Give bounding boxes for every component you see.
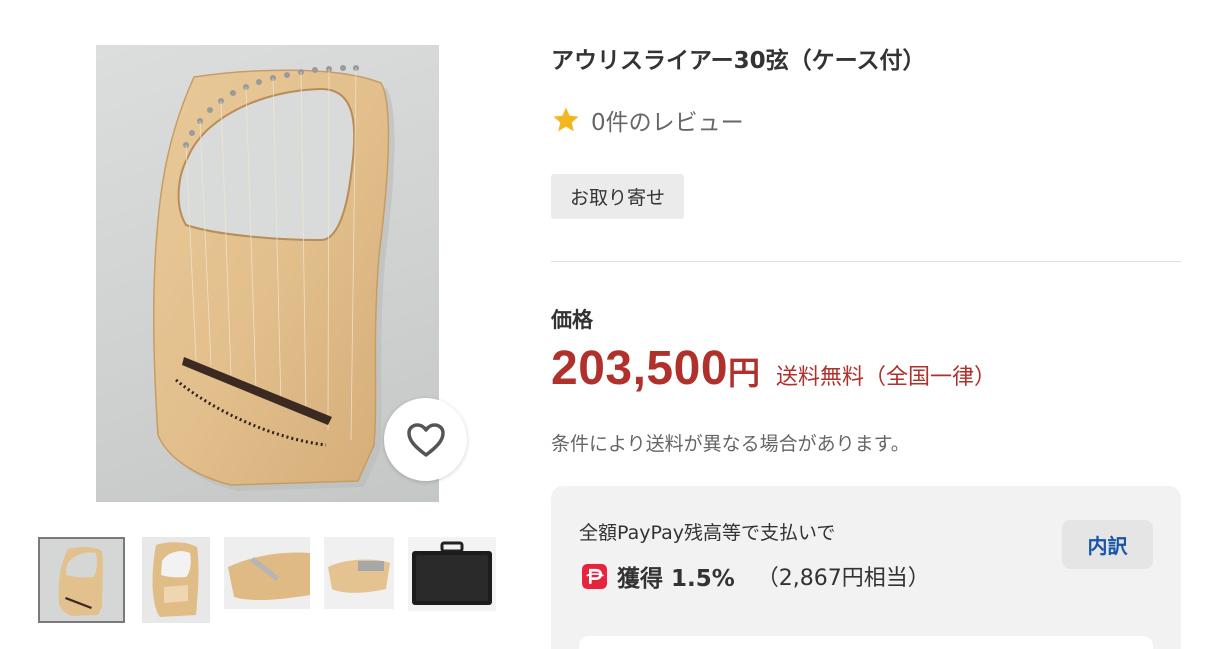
thumbnail-4[interactable]	[324, 537, 394, 623]
paypay-box: 全額PayPay残高等で支払いで 獲得 1.5% （2,867円相当） 内訳	[551, 486, 1181, 649]
breakdown-button[interactable]: 内訳	[1062, 520, 1153, 569]
paypay-icon	[582, 563, 607, 589]
price-label: 価格	[551, 308, 593, 332]
price-amount: 203,500	[551, 342, 729, 395]
availability-badge: お取り寄せ	[551, 174, 684, 219]
divider	[551, 261, 1181, 262]
favorite-button[interactable]	[384, 398, 467, 481]
thumbnail-5[interactable]	[408, 537, 496, 623]
review-count[interactable]: 0件のレビュー	[591, 103, 744, 137]
heart-icon	[406, 422, 445, 457]
paypay-earn-rate: 獲得 1.5%	[617, 566, 735, 592]
paypay-equivalent: （2,867円相当）	[756, 566, 930, 591]
thumbnail-2[interactable]	[142, 537, 210, 623]
product-title: アウリスライアー30弦（ケース付）	[551, 48, 926, 74]
paypay-detail-panel	[579, 636, 1153, 649]
star-icon	[553, 107, 579, 132]
paypay-lead: 全額PayPay残高等で支払いで	[579, 522, 836, 544]
thumbnail-3[interactable]	[224, 537, 310, 623]
thumbnail-1[interactable]	[38, 537, 125, 623]
paypay-earn-row: 獲得 1.5% （2,867円相当）	[582, 559, 930, 593]
price-row: 203,500 円 送料無料（全国一律）	[551, 341, 996, 396]
rating-row[interactable]: 0件のレビュー	[551, 103, 744, 137]
shipping-note: 条件により送料が異なる場合があります。	[551, 433, 910, 455]
price-currency: 円	[728, 354, 761, 392]
shipping-info: 送料無料（全国一律）	[776, 365, 997, 390]
